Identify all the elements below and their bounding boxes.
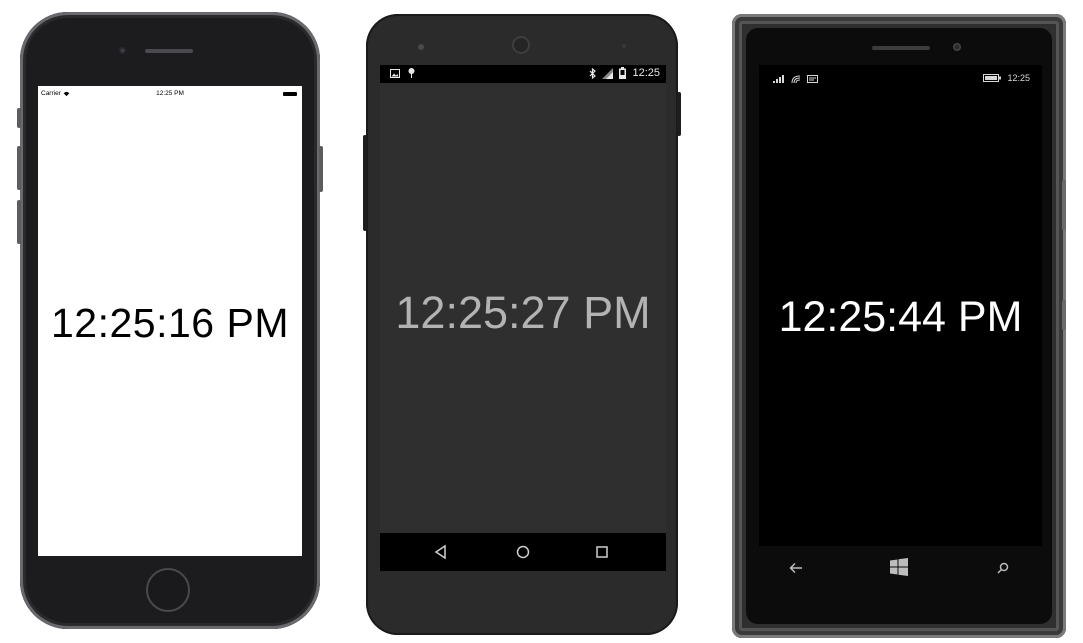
front-camera-icon: [119, 47, 126, 54]
clock-label: 12:25:44 PM: [778, 293, 1023, 341]
windows-logo-icon[interactable]: [890, 558, 908, 576]
front-camera-icon: [953, 43, 961, 51]
mute-switch: [17, 108, 21, 128]
volume-up-button: [17, 146, 21, 190]
android-status-bar: 12:25: [380, 65, 666, 83]
ios-status-bar: Carrier 12:25 PM: [38, 86, 302, 100]
volume-down-button: [17, 200, 21, 244]
battery-icon: [283, 92, 297, 96]
back-icon[interactable]: [432, 543, 450, 561]
earpiece-speaker: [145, 49, 193, 53]
power-button: [1062, 300, 1066, 330]
bluetooth-icon: [590, 67, 597, 79]
front-camera-icon: [512, 36, 530, 54]
battery-icon: [983, 74, 1002, 82]
recents-icon[interactable]: [593, 543, 611, 561]
proximity-sensor-icon: [622, 44, 626, 48]
status-time: 12:25: [1007, 73, 1030, 83]
wp-nav-bar: [759, 546, 1042, 600]
volume-rocker: [363, 135, 367, 231]
search-icon[interactable]: [997, 562, 1009, 574]
android-nav-bar: [380, 533, 666, 571]
power-button: [677, 92, 681, 136]
back-arrow-icon[interactable]: [789, 562, 803, 574]
wifi-icon: [791, 75, 801, 83]
iphone-screen: Carrier 12:25 PM 12:25:16 PM: [38, 86, 302, 556]
signal-icon: [602, 67, 614, 79]
clock-label: 12:25:16 PM: [51, 300, 289, 346]
android-robot-icon: [408, 68, 415, 78]
earpiece-speaker: [872, 46, 930, 50]
status-time: 12:25: [632, 67, 660, 79]
clock-label: 12:25:27 PM: [395, 287, 651, 338]
image-notification-icon: [390, 68, 400, 78]
signal-icon: [773, 75, 784, 83]
status-time: 12:25 PM: [156, 90, 184, 97]
battery-icon: [619, 67, 627, 79]
volume-button: [1062, 180, 1066, 230]
sensor-icon: [418, 44, 424, 50]
home-icon[interactable]: [514, 543, 532, 561]
wp-status-bar: 12:25: [759, 65, 1042, 91]
home-button[interactable]: [146, 568, 190, 612]
windows-phone-screen: 12:25 12:25:44 PM: [759, 65, 1042, 546]
android-screen: 12:25 12:25:27 PM: [380, 65, 666, 571]
message-icon: [807, 75, 818, 83]
power-button: [319, 146, 323, 192]
